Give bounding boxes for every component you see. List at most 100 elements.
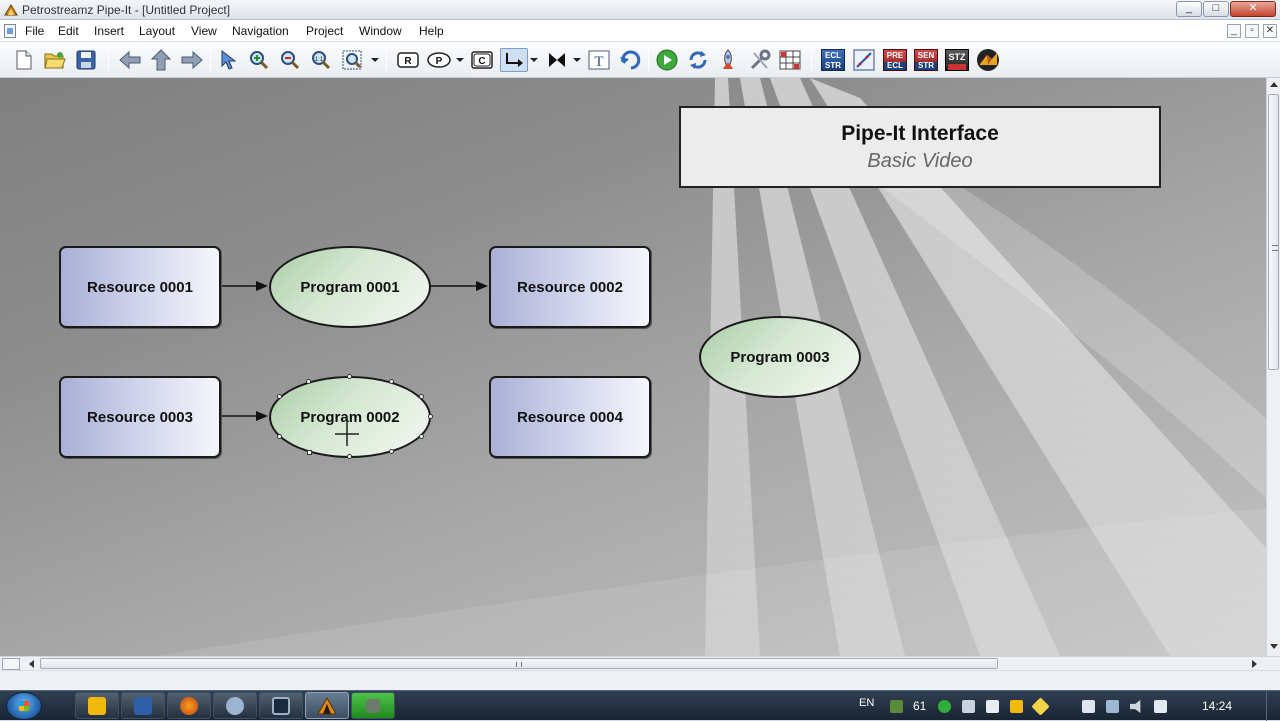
tray-tools-icon[interactable] — [1106, 700, 1119, 713]
selection-handle[interactable] — [428, 414, 433, 419]
pre-ecl-plugin[interactable]: PRE ECL — [883, 48, 907, 72]
program-dropdown-arrow[interactable] — [456, 58, 464, 64]
resource-tool[interactable]: R — [396, 48, 420, 72]
zoom-in-icon[interactable] — [247, 48, 271, 72]
tray-window-icon[interactable] — [962, 700, 975, 713]
mdi-restore-button[interactable]: ▫ — [1245, 24, 1259, 38]
rocket-icon[interactable] — [716, 48, 740, 72]
scroll-right-arrow-icon[interactable] — [1252, 660, 1257, 668]
resource-node-0003[interactable]: Resource 0003 — [59, 376, 221, 458]
menu-view[interactable]: View — [191, 24, 217, 38]
ecl-str-plugin[interactable]: ECL STR — [821, 48, 845, 72]
mdi-close-button[interactable]: ✕ — [1263, 24, 1277, 38]
start-button[interactable] — [6, 692, 42, 720]
clock[interactable]: 14:24 — [1202, 699, 1232, 713]
overview-toggle-icon[interactable] — [2, 658, 20, 670]
selection-handle[interactable] — [347, 374, 352, 379]
program-tool[interactable]: P — [427, 48, 451, 72]
run-icon[interactable] — [655, 48, 679, 72]
zoom-out-icon[interactable] — [278, 48, 302, 72]
mdi-minimize-button[interactable]: _ — [1227, 24, 1241, 38]
scroll-up-arrow-icon[interactable] — [1270, 82, 1278, 87]
info-title-box[interactable]: Pipe-It Interface Basic Video — [679, 106, 1161, 188]
zoom-dropdown-arrow[interactable] — [371, 58, 379, 64]
tray-device-icon[interactable] — [986, 700, 999, 713]
taskbar-firefox-app[interactable] — [167, 692, 211, 719]
volume-icon[interactable] — [1130, 700, 1141, 713]
selection-handle[interactable] — [307, 450, 312, 455]
document-icon[interactable] — [4, 24, 16, 38]
selection-handle[interactable] — [306, 379, 311, 384]
program-node-0001[interactable]: Program 0001 — [269, 246, 431, 328]
matlab-plugin[interactable] — [976, 48, 1000, 72]
menu-file[interactable]: File — [25, 24, 44, 38]
sen-str-plugin[interactable]: SEN STR — [914, 48, 938, 72]
zoom-fit-icon[interactable] — [341, 48, 365, 72]
grid-icon[interactable] — [778, 48, 802, 72]
taskbar-outlook-app[interactable] — [75, 692, 119, 719]
save-icon[interactable] — [74, 48, 98, 72]
tray-document-icon[interactable] — [1082, 700, 1095, 713]
resource-node-0001[interactable]: Resource 0001 — [59, 246, 221, 328]
selection-handle[interactable] — [277, 434, 282, 439]
new-icon[interactable] — [12, 48, 36, 72]
resource-node-0002[interactable]: Resource 0002 — [489, 246, 651, 328]
program-node-0003[interactable]: Program 0003 — [699, 316, 861, 398]
taskbar-vpn-app[interactable] — [213, 692, 257, 719]
bowtie-dropdown-arrow[interactable] — [573, 58, 581, 64]
refresh-icon[interactable] — [686, 48, 710, 72]
tray-outlook-icon[interactable] — [1010, 700, 1023, 713]
undo-icon[interactable] — [618, 48, 642, 72]
up-arrow-icon[interactable] — [149, 48, 173, 72]
select-pointer-icon[interactable] — [216, 48, 240, 72]
menu-insert[interactable]: Insert — [94, 24, 124, 38]
vertical-scroll-thumb[interactable] — [1268, 94, 1279, 370]
minimize-button[interactable]: _ — [1176, 1, 1202, 17]
menu-layout[interactable]: Layout — [139, 24, 175, 38]
zoom-100-icon[interactable]: 1:1 — [309, 48, 333, 72]
selection-handle[interactable] — [347, 454, 352, 459]
taskbar-monitor-app[interactable] — [259, 692, 303, 719]
vertical-scrollbar[interactable] — [1266, 78, 1280, 656]
composite-tool[interactable]: C — [470, 48, 494, 72]
menu-edit[interactable]: Edit — [58, 24, 79, 38]
menu-help[interactable]: Help — [419, 24, 444, 38]
menu-window[interactable]: Window — [359, 24, 402, 38]
plot-plugin[interactable] — [852, 48, 876, 72]
wrench-icon[interactable] — [748, 48, 772, 72]
horizontal-scroll-thumb[interactable] — [40, 658, 998, 669]
show-desktop-button[interactable] — [1266, 691, 1280, 721]
diagram-canvas[interactable]: Pipe-It Interface Basic Video Resource 0… — [0, 78, 1266, 656]
connector-program-0001-to-resource-0002[interactable] — [430, 278, 490, 294]
language-indicator[interactable]: EN — [859, 697, 874, 709]
selection-handle[interactable] — [389, 379, 394, 384]
close-button[interactable]: ✕ — [1230, 1, 1276, 17]
back-arrow-icon[interactable] — [118, 48, 142, 72]
connector-resource-0003-to-program-0002[interactable] — [220, 408, 270, 424]
forward-arrow-icon[interactable] — [180, 48, 204, 72]
horizontal-scrollbar[interactable] — [0, 656, 1280, 670]
selection-handle[interactable] — [277, 394, 282, 399]
taskbar-save-app[interactable] — [121, 692, 165, 719]
menu-navigation[interactable]: Navigation — [232, 24, 289, 38]
network-status-icon[interactable] — [1154, 700, 1167, 713]
tray-tag-icon[interactable] — [1031, 697, 1050, 716]
selection-handle[interactable] — [419, 434, 424, 439]
selection-handle[interactable] — [389, 449, 394, 454]
maximize-button[interactable]: □ — [1203, 1, 1229, 17]
text-tool[interactable]: T — [587, 48, 611, 72]
connector-tool[interactable] — [500, 48, 528, 72]
open-icon[interactable] — [43, 48, 67, 72]
checkmark-icon[interactable] — [938, 700, 951, 713]
menu-project[interactable]: Project — [306, 24, 343, 38]
scroll-down-arrow-icon[interactable] — [1270, 644, 1278, 649]
taskbar-pipe-it-app[interactable] — [305, 692, 349, 719]
tray-app-icon[interactable] — [890, 700, 903, 713]
selection-handle[interactable] — [419, 394, 424, 399]
bowtie-icon[interactable] — [545, 48, 569, 72]
scroll-left-arrow-icon[interactable] — [29, 660, 34, 668]
resource-node-0004[interactable]: Resource 0004 — [489, 376, 651, 458]
stz-plugin[interactable]: STZ — [945, 48, 969, 72]
connector-dropdown-arrow[interactable] — [530, 58, 538, 64]
connector-resource-0001-to-program-0001[interactable] — [220, 278, 270, 294]
